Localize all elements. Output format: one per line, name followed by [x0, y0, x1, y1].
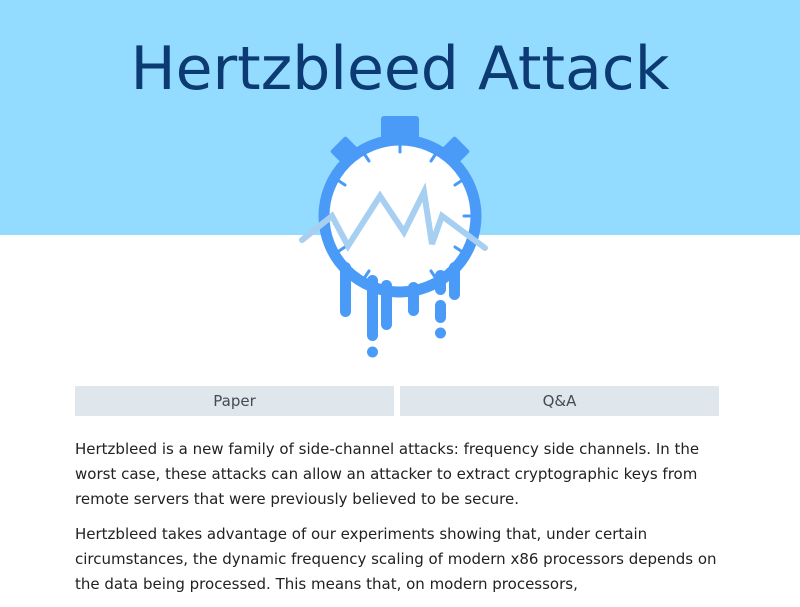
nav-bar: Paper Q&A — [75, 386, 719, 416]
melting-stopwatch-icon — [299, 116, 488, 358]
drip-4 — [408, 282, 419, 316]
page-title: Hertzbleed Attack — [130, 34, 670, 104]
drip-6 — [435, 300, 446, 323]
drip-drop-1 — [367, 346, 378, 358]
drip-1 — [340, 262, 351, 317]
intro-text: Hertzbleed is a new family of side-chann… — [75, 437, 720, 607]
drip-7 — [449, 262, 460, 300]
paragraph-1: Hertzbleed is a new family of side-chann… — [75, 440, 700, 508]
paragraph-2: Hertzbleed takes advantage of our experi… — [75, 525, 717, 593]
drip-drop-2 — [435, 327, 446, 339]
drip-5 — [435, 270, 446, 295]
drip-3 — [381, 280, 392, 330]
qa-button[interactable]: Q&A — [400, 386, 719, 416]
drip-2 — [367, 275, 378, 341]
paper-button[interactable]: Paper — [75, 386, 394, 416]
